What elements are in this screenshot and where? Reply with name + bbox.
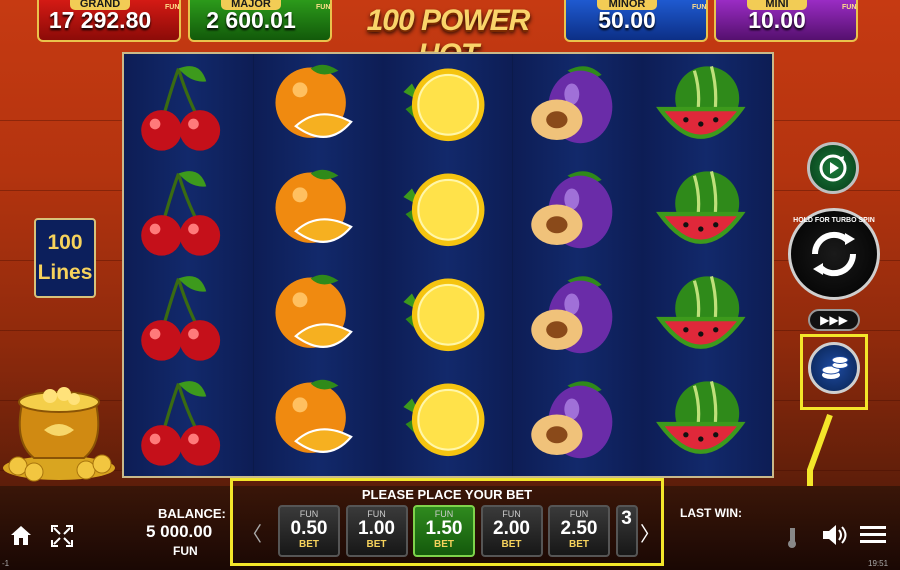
orange-symbol [254,371,383,475]
jackpot-value: 17 292.80 [48,7,152,33]
cherry-icon [141,66,221,151]
cherry-icon [141,171,221,256]
fast-forward-button[interactable]: ▶▶▶ [808,309,860,331]
turbo-spin-label: HOLD FOR TURBO SPIN [793,217,875,224]
lemon-icon [403,173,485,247]
bet-value: 1.50 [425,518,463,539]
volume-icon[interactable] [820,522,848,548]
lemon-icon [403,278,485,352]
plum-symbol [513,266,642,370]
orange-symbol [254,56,383,160]
watermelon-symbol [642,161,771,265]
bet-value: 1.00 [358,518,395,539]
jackpot-currency: FUN [165,4,180,11]
lemon-icon [403,383,485,457]
jackpot-currency: FUN [316,4,331,11]
bet-unit: BET [366,539,387,550]
lemon-symbol [383,56,512,160]
orange-icon [275,379,353,453]
orange-symbol [254,266,383,370]
jackpot-mini: MINI 10.00 FUN [714,0,858,42]
bet-value: 3 [621,508,632,529]
jackpot-currency: FUN [692,4,707,11]
orange-icon [275,274,353,348]
watermelon-symbol [642,56,771,160]
coins-icon [821,356,849,379]
balance-currency: FUN [173,544,198,558]
jackpot-value: 2 600.01 [206,7,296,33]
lines-indicator: 100 Lines [34,218,96,298]
watermelon-icon [656,275,746,349]
cherry-symbol [124,266,253,370]
jackpot-value: 50.00 [598,7,656,33]
pot-of-gold-icon [3,387,115,482]
autoplay-button[interactable] [807,142,859,194]
watermelon-symbol [642,266,771,370]
home-icon[interactable] [8,522,34,548]
cherry-icon [141,381,221,466]
autoplay-icon [819,154,847,182]
bet-unit: BET [501,539,522,550]
reel-4 [512,54,642,476]
plum-icon [531,171,613,249]
watermelon-icon [656,170,746,244]
bet-unit: BET [299,539,319,550]
balance-value: 5 000.00 [146,522,213,541]
bet-coins-button[interactable] [808,342,860,394]
menu-icon[interactable] [860,524,886,546]
plum-icon [531,66,613,144]
lemon-symbol [383,371,512,475]
clock: 19:51 [868,559,889,568]
watermelon-icon [656,65,746,139]
cherry-icon [141,276,221,361]
plum-icon [531,276,613,354]
jackpot-currency: FUN [842,4,857,11]
bet-option[interactable]: FUN 1.50 BET [413,505,475,557]
jackpot-value: 10.00 [748,7,806,33]
lines-label: Lines [37,261,93,284]
plum-symbol [513,371,642,475]
bet-unit: BET [434,539,454,550]
bet-option[interactable]: 3 [615,505,638,557]
bet-option[interactable]: FUN 2.00 BET [480,505,543,557]
reel-3 [383,54,513,476]
orange-icon [275,64,353,138]
plum-icon [531,381,613,459]
bet-option[interactable]: FUN 1.00 BET [345,505,408,557]
fast-forward-icon: ▶▶▶ [820,313,848,327]
bet-value: 2.00 [493,518,530,539]
lemon-symbol [383,266,512,370]
cherry-symbol [124,161,253,265]
bet-prompt: PLEASE PLACE YOUR BET [361,487,533,502]
bet-option[interactable]: FUN 0.50 BET [278,505,340,557]
spin-button[interactable]: HOLD FOR TURBO SPIN [788,208,880,300]
plum-symbol [513,56,642,160]
bet-option[interactable]: FUN 2.50 BET [548,505,610,557]
balance-label: BALANCE: [158,506,226,521]
corner-label: -1 [2,559,10,568]
bet-unit: BET [569,539,589,550]
bet-prev-arrow[interactable]: 〈 [242,518,262,547]
plum-symbol [513,161,642,265]
cherry-symbol [124,371,253,475]
bet-next-arrow[interactable]: 〉 [640,518,660,547]
cherry-symbol [124,56,253,160]
bet-value: 2.50 [560,518,598,539]
jackpot-minor: MINOR 50.00 FUN [564,0,708,42]
last-win-label: LAST WIN: [680,506,742,520]
jackpot-grand: GRAND 17 292.80 FUN [37,0,181,42]
reel-2 [253,54,383,476]
lemon-icon [403,68,485,142]
info-icon[interactable] [782,524,802,548]
lemon-symbol [383,161,512,265]
orange-symbol [254,161,383,265]
jackpot-major: MAJOR 2 600.01 FUN [188,0,332,42]
reel-1 [124,54,253,476]
fullscreen-icon[interactable] [50,524,74,548]
orange-icon [275,169,353,243]
bet-value: 0.50 [290,518,328,539]
lines-count: 100 [47,231,83,254]
